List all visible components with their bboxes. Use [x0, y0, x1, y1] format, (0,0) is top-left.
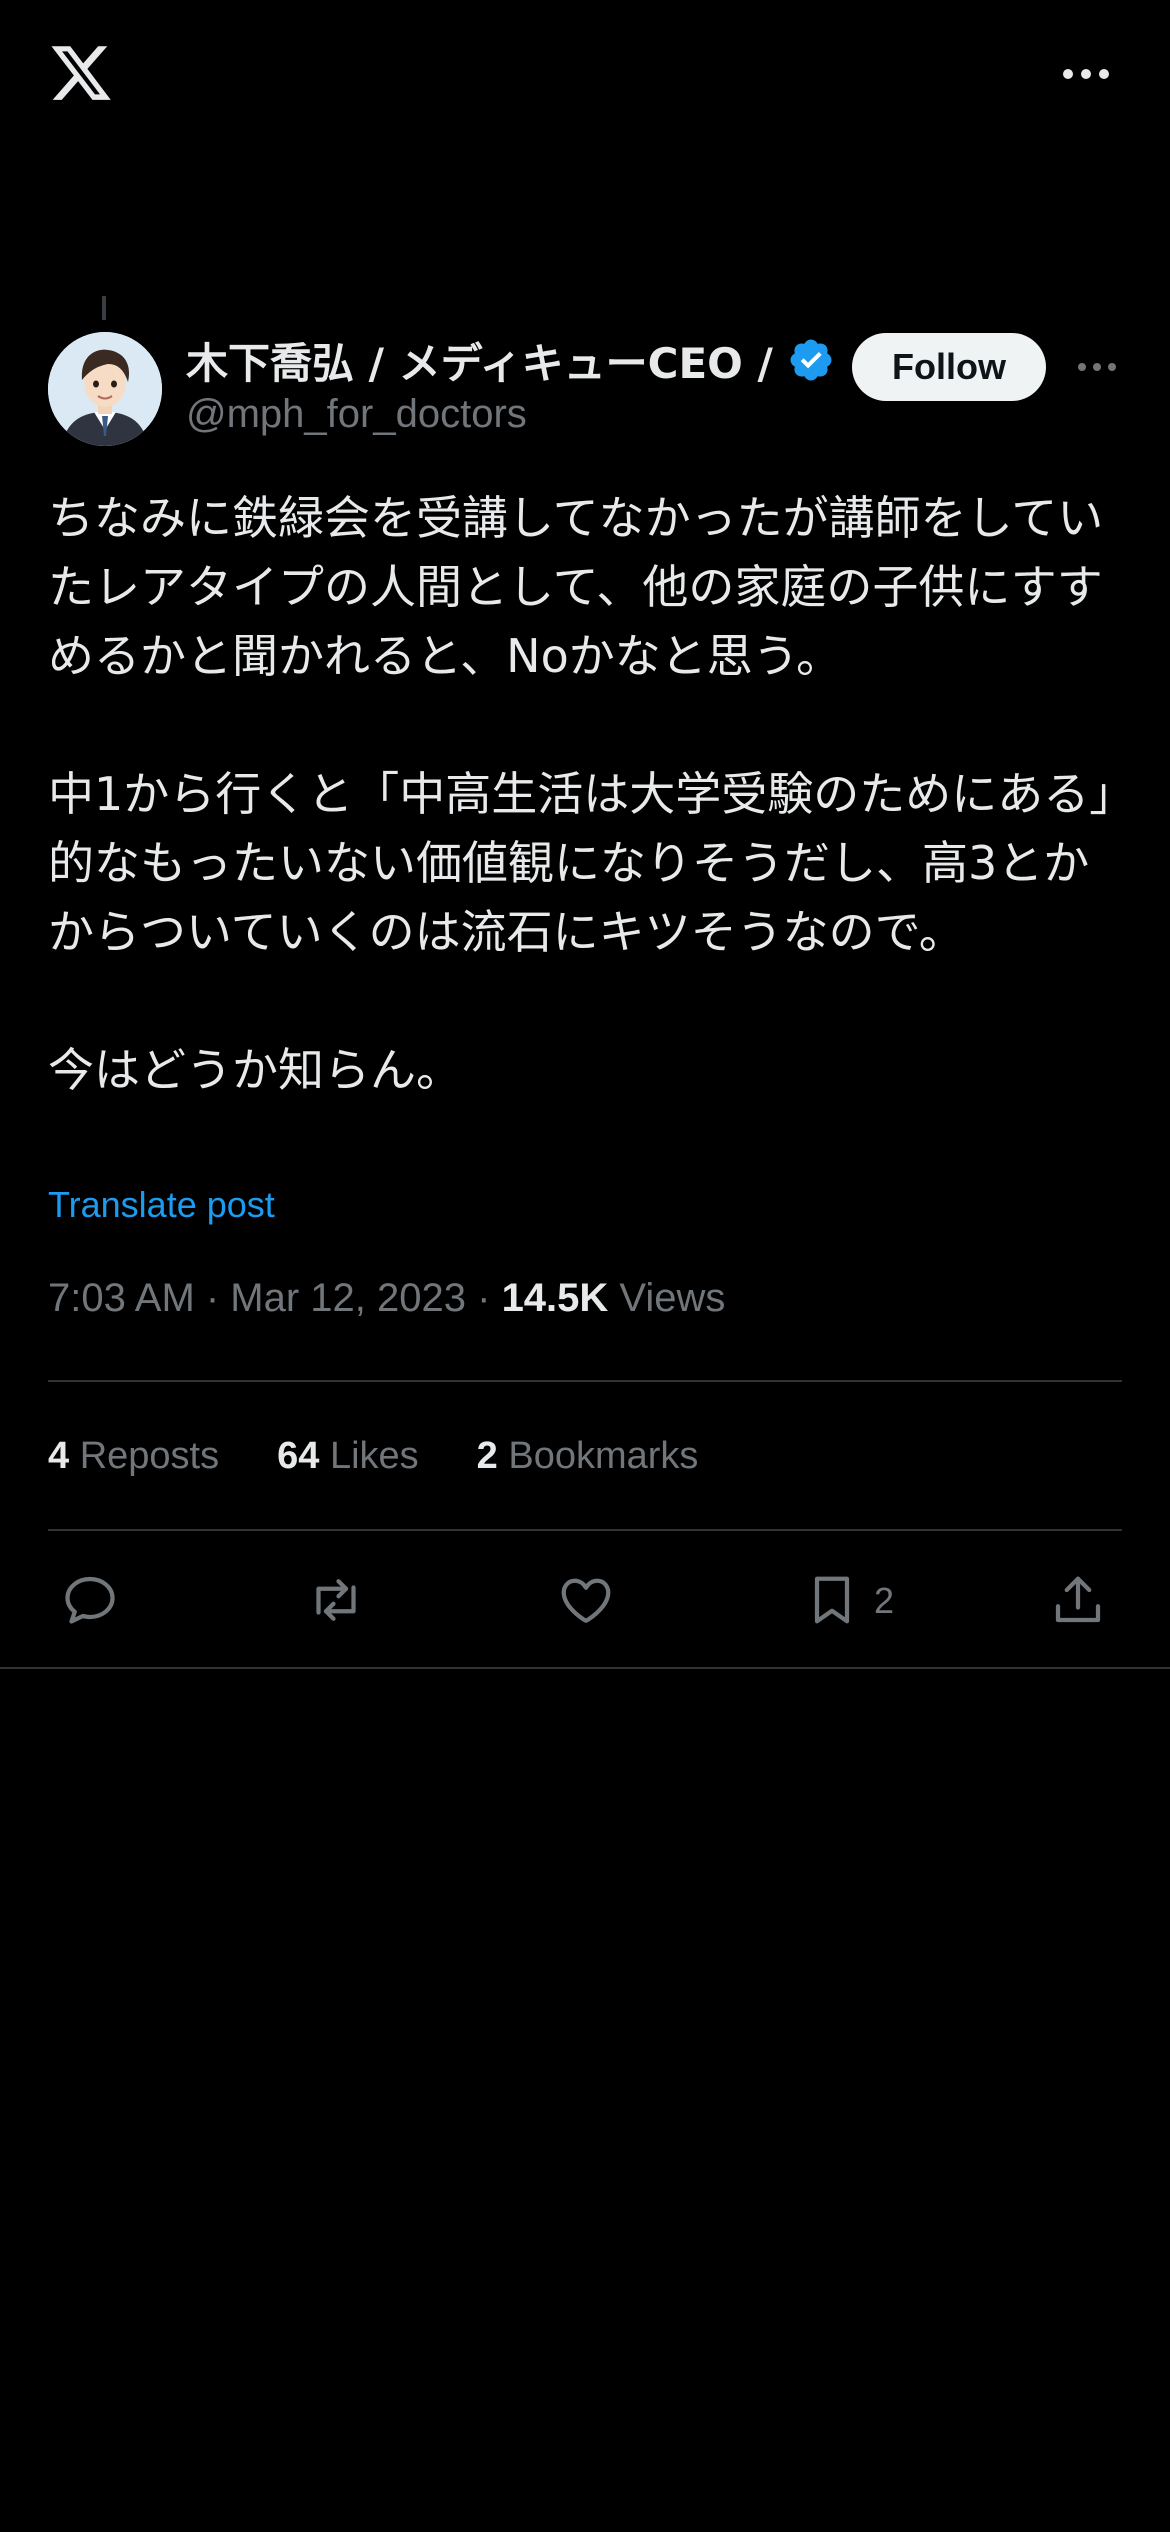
repost-icon[interactable]: [306, 1570, 366, 1630]
views-label: Views: [608, 1276, 726, 1320]
likes-label: Likes: [319, 1434, 419, 1477]
post-meta: 7:03 AM · Mar 12, 2023 · 14.5K Views: [48, 1276, 725, 1321]
post-paragraph: 今はどうか知らん。: [48, 1043, 462, 1097]
bookmark-icon[interactable]: [802, 1570, 862, 1630]
share-icon[interactable]: [1048, 1570, 1108, 1630]
engagement-stats: 4 Reposts 64 Likes 2 Bookmarks: [48, 1426, 756, 1486]
author-name-row: 木下喬弘 / メディキューCEO /: [186, 332, 835, 388]
divider: [0, 1667, 1170, 1669]
follow-button[interactable]: Follow: [852, 333, 1046, 401]
divider: [48, 1380, 1122, 1382]
bookmarks-stat[interactable]: 2 Bookmarks: [477, 1435, 699, 1478]
post-body: ちなみに鉄緑会を受講してなかったが講師をしていたレアタイプの人間として、他の家庭…: [48, 484, 1128, 1105]
bookmark-action-count: 2: [874, 1580, 895, 1621]
x-logo-icon[interactable]: [48, 40, 114, 106]
likes-stat[interactable]: 64 Likes: [277, 1435, 419, 1478]
translate-post-link[interactable]: Translate post: [48, 1184, 275, 1226]
reposts-stat[interactable]: 4 Reposts: [48, 1435, 219, 1478]
post-paragraph: ちなみに鉄緑会を受講してなかったが講師をしていたレアタイプの人間として、他の家庭…: [48, 491, 1104, 683]
avatar[interactable]: [48, 332, 162, 446]
author-name[interactable]: 木下喬弘 / メディキューCEO /: [186, 330, 773, 391]
bookmarks-count: 2: [476, 1434, 498, 1477]
reply-icon[interactable]: [60, 1570, 120, 1630]
verified-badge-icon[interactable]: [787, 336, 835, 384]
post-paragraph: 中1から行くと「中高生活は大学受験のためにある」的なもったいない価値観になりそう…: [48, 767, 1113, 959]
reposts-count: 4: [48, 1434, 70, 1477]
likes-count: 64: [277, 1434, 320, 1477]
author-handle[interactable]: @mph_for_doctors: [186, 392, 527, 437]
action-bar: [0, 1560, 1170, 1640]
thread-connector-line: [102, 296, 106, 320]
views-count: 14.5K: [501, 1276, 609, 1320]
bookmarks-label: Bookmarks: [497, 1434, 699, 1477]
top-bar: [0, 0, 1170, 150]
post-more-options-icon[interactable]: [1076, 358, 1118, 376]
more-options-icon[interactable]: [1060, 60, 1112, 88]
divider: [48, 1529, 1122, 1531]
post-timestamp[interactable]: 7:03 AM · Mar 12, 2023 ·: [48, 1276, 502, 1320]
heart-icon[interactable]: [556, 1570, 616, 1630]
reposts-label: Reposts: [69, 1434, 220, 1477]
